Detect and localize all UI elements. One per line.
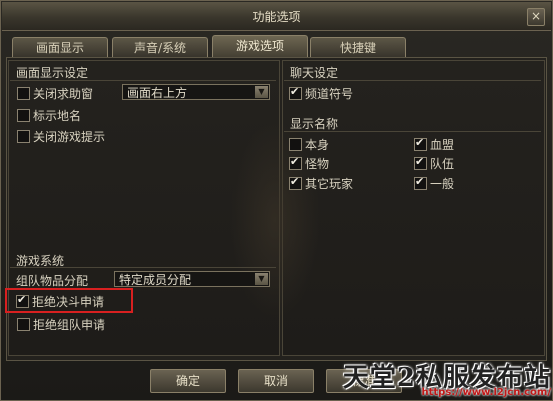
name-self-checkbox[interactable] [289, 138, 302, 151]
name-other-players-checkbox[interactable] [289, 175, 302, 190]
name-general-checkbox[interactable] [414, 175, 427, 190]
title-bar[interactable]: 功能选项 × [2, 2, 551, 31]
dialog-title: 功能选项 [252, 10, 301, 24]
help-window-label: 关闭求助窗 [33, 87, 94, 101]
close-tips-label: 关闭游戏提示 [33, 130, 106, 144]
divider [10, 80, 276, 81]
name-self-label: 本身 [305, 138, 330, 152]
watermark-url: https://www.l2jcn.com/ [421, 387, 552, 398]
close-icon[interactable]: × [527, 8, 545, 26]
name-monster-label: 怪物 [305, 157, 330, 171]
display-settings-heading: 画面显示设定 [16, 66, 89, 80]
ok-button[interactable]: 确定 [150, 369, 226, 393]
team-item-label: 组队物品分配 [16, 274, 89, 288]
name-other-players-label: 其它玩家 [305, 177, 354, 191]
chevron-down-icon[interactable]: ▼ [255, 86, 268, 98]
help-window-checkbox[interactable] [17, 87, 30, 100]
right-panel [282, 60, 545, 356]
channel-symbol-checkbox[interactable] [289, 85, 302, 100]
refuse-team-label: 拒绝组队申请 [33, 318, 106, 332]
cancel-button[interactable]: 取消 [238, 369, 314, 393]
name-general-label: 一般 [430, 177, 455, 191]
channel-symbol-label: 频道符号 [305, 87, 354, 101]
name-clan-checkbox[interactable] [414, 136, 427, 151]
highlight-box [5, 288, 133, 313]
place-name-checkbox[interactable] [17, 109, 30, 122]
help-position-select[interactable]: 画面右上方 ▼ [122, 84, 270, 100]
divider [10, 267, 276, 268]
tab-sound-system[interactable]: 声音/系统 [112, 37, 208, 58]
chat-settings-heading: 聊天设定 [290, 66, 339, 80]
name-party-checkbox[interactable] [414, 155, 427, 170]
name-party-label: 队伍 [430, 157, 455, 171]
chevron-down-icon[interactable]: ▼ [255, 273, 268, 285]
name-monster-checkbox[interactable] [289, 155, 302, 170]
tab-hotkeys[interactable]: 快捷键 [310, 37, 406, 58]
name-clan-label: 血盟 [430, 138, 455, 152]
divider [284, 80, 541, 81]
help-position-value: 画面右上方 [127, 86, 188, 100]
team-item-select[interactable]: 特定成员分配 ▼ [114, 271, 270, 287]
refuse-team-checkbox[interactable] [17, 318, 30, 331]
tab-display[interactable]: 画面显示 [12, 37, 108, 58]
divider [284, 131, 541, 132]
display-names-heading: 显示名称 [290, 117, 339, 131]
team-item-value: 特定成员分配 [119, 273, 192, 287]
tab-game-options[interactable]: 游戏选项 [212, 35, 308, 59]
close-tips-checkbox[interactable] [17, 130, 30, 143]
place-name-label: 标示地名 [33, 109, 82, 123]
